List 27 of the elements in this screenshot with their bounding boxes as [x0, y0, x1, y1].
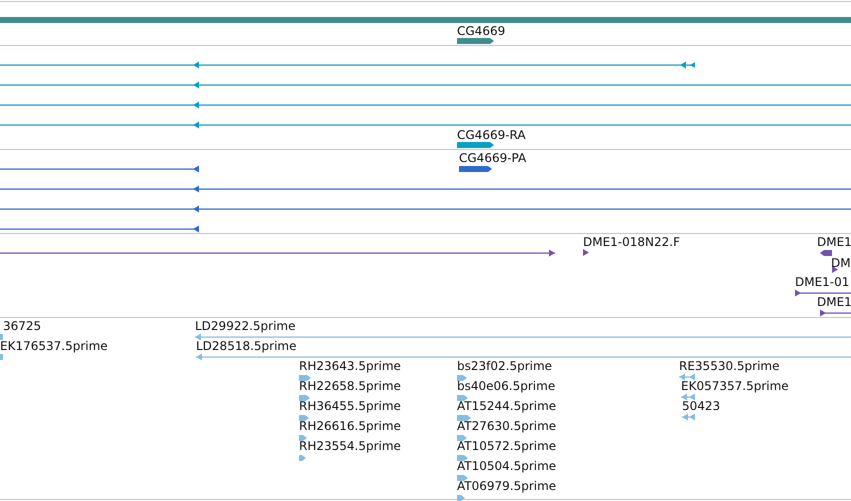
- feature-label: AT10504.5prime: [457, 459, 556, 473]
- feature-label: RH22658.5prime: [299, 379, 401, 393]
- feature-label: CG4669-PA: [459, 151, 526, 165]
- feature-label: bs40e06.5prime: [457, 379, 556, 393]
- feature-label: RH36455.5prime: [299, 399, 401, 413]
- feature-label: 36725: [3, 319, 42, 333]
- feature-label: AT27630.5prime: [457, 419, 556, 433]
- feature-label: AT06979.5prime: [457, 479, 556, 493]
- feature-label: RE35530.5prime: [679, 359, 780, 373]
- feature-label: AT15244.5prime: [457, 399, 556, 413]
- feature-label: EK057357.5prime: [681, 379, 789, 393]
- feature-label: 50423: [682, 399, 720, 413]
- feature-label: EK176537.5prime: [0, 339, 108, 353]
- feature-label: LD28518.5prime: [196, 339, 297, 353]
- feature-label: DME1-01: [795, 275, 850, 289]
- feature-label: RH26616.5prime: [299, 419, 401, 433]
- feature-label: DME1: [817, 295, 851, 309]
- feature-label: LD29922.5prime: [195, 319, 296, 333]
- feature-label: AT10572.5prime: [457, 439, 556, 453]
- feature-label: CG4669-RA: [457, 128, 526, 142]
- feature-label: CG4669: [457, 24, 506, 38]
- feature-label: DM: [831, 256, 851, 270]
- feature-label: RH23554.5prime: [299, 439, 401, 453]
- feature-label: bs23f02.5prime: [457, 359, 552, 373]
- feature-label: DME1: [817, 235, 851, 249]
- feature-label: RH23643.5prime: [299, 359, 401, 373]
- feature-label: DME1-018N22.F: [583, 235, 680, 249]
